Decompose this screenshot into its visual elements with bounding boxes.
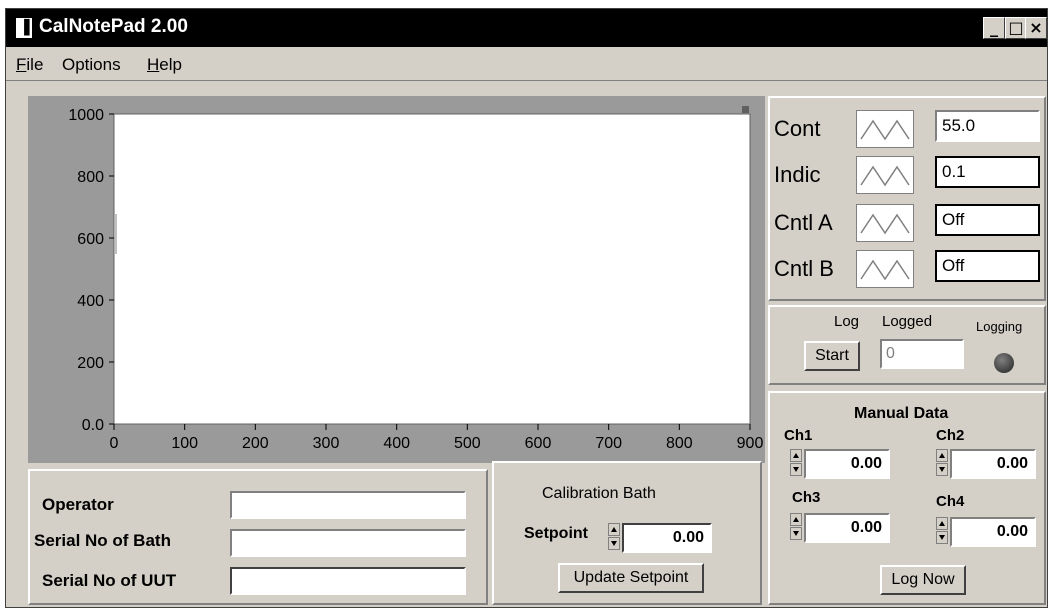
x-tick-label: 100 <box>171 435 198 452</box>
spin-down-icon[interactable] <box>608 537 620 550</box>
spin-down-icon[interactable] <box>790 463 802 476</box>
manual-data-panel: Manual Data Ch1 0.00 Ch2 0.00 Ch3 0.00 C… <box>768 391 1046 605</box>
ch2-label: Ch2 <box>936 427 965 444</box>
y-tick-label: 0.0 <box>82 417 104 434</box>
title-bar[interactable]: ▐ CalNotePad 2.00 _ □ × <box>6 9 1047 47</box>
plot-scale-handle-icon <box>742 106 749 113</box>
channel-panel: Cont 55.0 Indic 0.1 Cntl A Off Cntl B Of… <box>768 96 1046 301</box>
channel-label-cntl-b: Cntl B <box>774 256 834 281</box>
chart-panel: 1000 800 600 400 200 0.0 0 100 200 300 400 500 600 70… <box>28 96 765 463</box>
channel-value-cont: 55.0 <box>935 110 1040 142</box>
ch4-label: Ch4 <box>936 493 965 510</box>
bath-serial-field[interactable] <box>230 529 466 557</box>
x-tick-label: 700 <box>595 435 622 452</box>
y-tick-label: 400 <box>77 293 104 310</box>
setpoint-spinner[interactable] <box>608 523 620 551</box>
uut-serial-label: Serial No of UUT <box>42 571 177 590</box>
ch1-spinner[interactable] <box>790 449 802 477</box>
maximize-button[interactable]: □ <box>1005 17 1027 39</box>
log-label: Log <box>834 313 860 330</box>
minimize-button[interactable]: _ <box>983 17 1005 39</box>
setpoint-label: Setpoint <box>524 525 588 542</box>
start-button[interactable]: Start <box>804 341 860 371</box>
logging-panel: Log Logged Logging Start 0 <box>768 305 1046 385</box>
uut-serial-field[interactable] <box>230 567 466 595</box>
waveform-icon[interactable] <box>856 110 914 148</box>
operator-panel: Operator Serial No of Bath Serial No of … <box>28 469 488 605</box>
calibration-bath-title: Calibration Bath <box>542 485 656 502</box>
y-tick-label: 800 <box>77 169 104 186</box>
ch1-label: Ch1 <box>784 427 813 444</box>
logging-indicator-led <box>994 353 1014 373</box>
y-tick-label: 200 <box>77 355 104 372</box>
logged-count-field: 0 <box>880 339 964 369</box>
logged-label: Logged <box>882 313 933 330</box>
x-tick-label: 400 <box>383 435 410 452</box>
ch4-spinner[interactable] <box>936 517 948 545</box>
x-tick-label: 600 <box>525 435 552 452</box>
x-tick-label: 800 <box>666 435 693 452</box>
y-tick-label: 1000 <box>68 107 104 124</box>
spin-up-icon[interactable] <box>936 517 948 530</box>
ch3-spinner[interactable] <box>790 513 802 541</box>
x-tick-label: 500 <box>454 435 481 452</box>
spin-down-icon[interactable] <box>936 531 948 544</box>
channel-value-indic: 0.1 <box>935 156 1040 188</box>
setpoint-input[interactable]: 0.00 <box>622 523 712 553</box>
operator-field[interactable] <box>230 491 466 519</box>
menu-options[interactable]: Options <box>62 55 121 75</box>
channel-value-cntl-a: Off <box>935 204 1040 236</box>
spin-up-icon[interactable] <box>936 449 948 462</box>
temperature-chart[interactable]: 1000 800 600 400 200 0.0 0 100 200 300 400 500 600 70… <box>28 96 765 463</box>
ch4-input[interactable]: 0.00 <box>950 517 1036 547</box>
spin-down-icon[interactable] <box>936 463 948 476</box>
channel-value-cntl-b: Off <box>935 250 1040 282</box>
log-now-button[interactable]: Log Now <box>880 565 966 595</box>
channel-label-cntl-a: Cntl A <box>774 210 833 235</box>
update-setpoint-button[interactable]: Update Setpoint <box>558 563 704 593</box>
app-icon[interactable]: ▐ <box>16 18 32 38</box>
ch2-spinner[interactable] <box>936 449 948 477</box>
window-title: CalNotePad 2.00 <box>39 16 188 37</box>
waveform-icon[interactable] <box>856 204 914 242</box>
plot-area <box>113 113 751 425</box>
menu-help[interactable]: Help <box>147 55 182 75</box>
waveform-icon[interactable] <box>856 156 914 194</box>
waveform-icon[interactable] <box>856 250 914 288</box>
app-window: ▐ CalNotePad 2.00 _ □ × File Options Hel… <box>5 8 1048 608</box>
x-tick-label: 900 <box>737 435 764 452</box>
spin-up-icon[interactable] <box>790 449 802 462</box>
spin-down-icon[interactable] <box>790 527 802 540</box>
ch2-input[interactable]: 0.00 <box>950 449 1036 479</box>
channel-label-cont: Cont <box>774 116 821 141</box>
ch3-label: Ch3 <box>792 489 821 506</box>
x-tick-label: 300 <box>313 435 340 452</box>
logging-label: Logging <box>976 319 1023 334</box>
menu-bar: File Options Help <box>6 47 1047 81</box>
ch1-input[interactable]: 0.00 <box>804 449 890 479</box>
calibration-bath-panel: Calibration Bath Setpoint 0.00 Update Se… <box>492 461 762 605</box>
spin-up-icon[interactable] <box>790 513 802 526</box>
ch3-input[interactable]: 0.00 <box>804 513 890 543</box>
bath-serial-label: Serial No of Bath <box>34 531 171 550</box>
x-tick-label: 0 <box>110 435 119 452</box>
close-button[interactable]: × <box>1025 17 1047 39</box>
manual-data-title: Manual Data <box>854 405 949 422</box>
x-tick-label: 200 <box>242 435 269 452</box>
menu-file[interactable]: File <box>16 55 43 75</box>
operator-label: Operator <box>42 495 114 514</box>
channel-label-indic: Indic <box>774 162 821 187</box>
spin-up-icon[interactable] <box>608 523 620 536</box>
y-tick-label: 600 <box>77 231 104 248</box>
